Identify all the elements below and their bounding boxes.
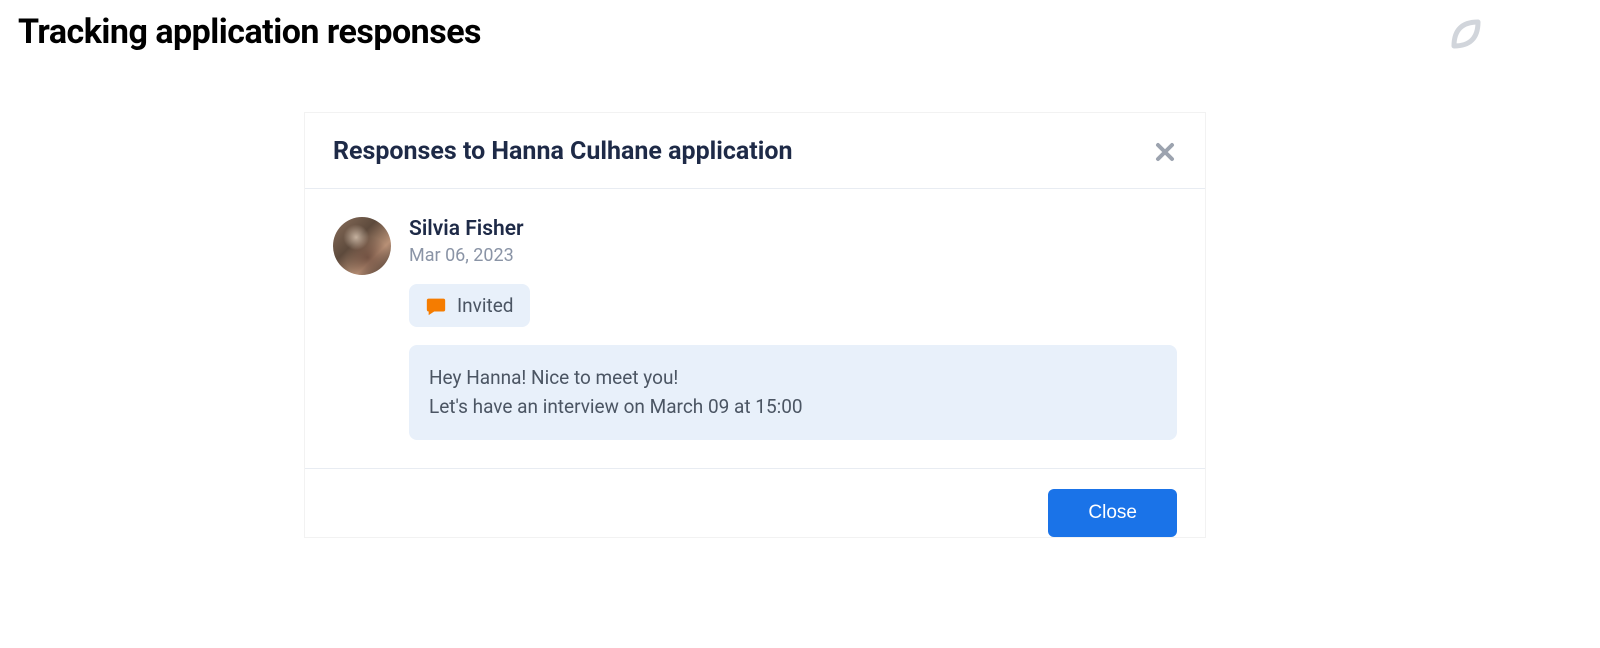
close-button[interactable]: Close bbox=[1048, 489, 1177, 537]
status-label: Invited bbox=[457, 294, 514, 317]
status-badge: Invited bbox=[409, 284, 530, 327]
close-icon[interactable] bbox=[1153, 140, 1177, 164]
message-bubble: Hey Hanna! Nice to meet you! Let's have … bbox=[409, 345, 1177, 440]
chat-icon bbox=[425, 295, 447, 317]
page-title: Tracking application responses bbox=[18, 12, 481, 52]
avatar bbox=[333, 217, 391, 275]
response-content: Silvia Fisher Mar 06, 2023 Invited Hey H… bbox=[409, 217, 1177, 440]
responses-modal: Responses to Hanna Culhane application S… bbox=[305, 113, 1205, 537]
modal-title: Responses to Hanna Culhane application bbox=[333, 137, 792, 166]
leaf-logo-icon bbox=[1442, 10, 1490, 58]
modal-footer: Close bbox=[305, 468, 1205, 537]
response-date: Mar 06, 2023 bbox=[409, 245, 1177, 266]
modal-header: Responses to Hanna Culhane application bbox=[305, 113, 1205, 189]
response-item: Silvia Fisher Mar 06, 2023 Invited Hey H… bbox=[333, 217, 1177, 440]
modal-body: Silvia Fisher Mar 06, 2023 Invited Hey H… bbox=[305, 189, 1205, 468]
author-name: Silvia Fisher bbox=[409, 217, 1177, 241]
